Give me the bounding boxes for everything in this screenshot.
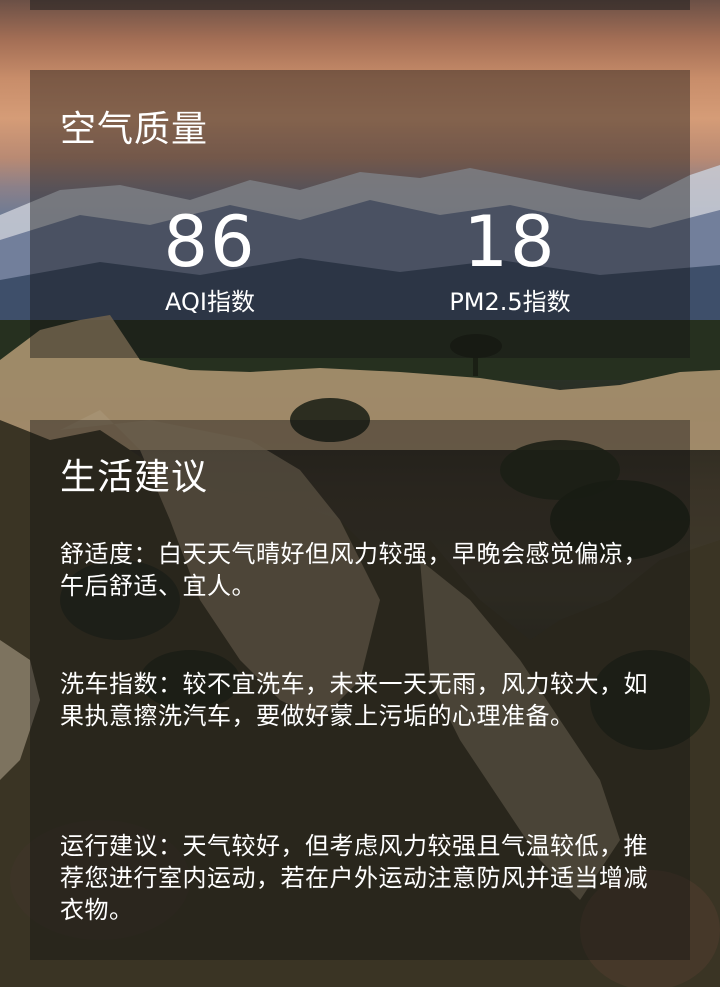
aqi-metric: 86 AQI指数 [60, 202, 360, 318]
pm25-value: 18 [463, 201, 557, 283]
sport-advice-text: 运行建议：天气较好，但考虑风力较强且气温较低，推荐您进行室内运动，若在户外运动注… [60, 832, 648, 924]
pm25-metric: 18 PM2.5指数 [360, 202, 660, 318]
aqi-value: 86 [163, 201, 257, 283]
comfort-advice-text: 舒适度：白天天气晴好但风力较强，早晚会感觉偏凉，午后舒适、宜人。 [60, 540, 648, 600]
previous-card-edge [30, 0, 690, 10]
air-quality-title: 空气质量 [60, 109, 209, 150]
air-quality-card: 空气质量 86 AQI指数 18 PM2.5指数 [30, 70, 690, 358]
aqi-label: AQI指数 [165, 288, 255, 316]
life-advice-card: 生活建议 舒适度：白天天气晴好但风力较强，早晚会感觉偏凉，午后舒适、宜人。 洗车… [30, 420, 690, 960]
car-wash-advice-text: 洗车指数：较不宜洗车，未来一天无雨，风力较大，如果执意擦洗汽车，要做好蒙上污垢的… [60, 670, 648, 730]
pm25-label: PM2.5指数 [449, 288, 571, 316]
life-advice-title: 生活建议 [60, 457, 209, 498]
